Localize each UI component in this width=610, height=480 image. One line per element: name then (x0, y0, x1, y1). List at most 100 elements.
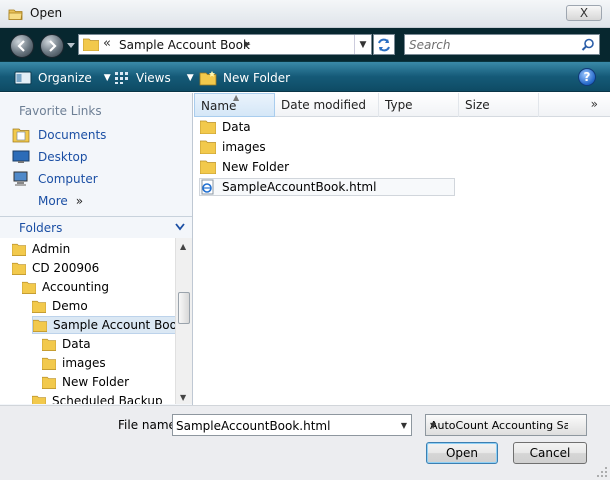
file-item-name: Data (222, 120, 251, 134)
folder-tree-item[interactable]: Demo (32, 297, 88, 315)
views-menu[interactable]: Views ▼ (114, 70, 194, 86)
search-box[interactable] (404, 34, 600, 55)
back-arrow-icon (17, 40, 25, 52)
folder-icon (83, 38, 99, 51)
folder-tree: Admin CD 200906 Accounting Demo Sample Accou… (0, 238, 175, 404)
file-type-select[interactable]: AutoCount Accounting Sampl ▼ (425, 414, 587, 436)
address-bar: « Sample Account Book ▸ ▼ (0, 28, 610, 62)
folder-icon (200, 120, 216, 134)
folder-tree-label: Demo (52, 299, 88, 313)
folder-tree-label: Sample Account Book (53, 318, 175, 332)
forward-arrow-icon (49, 40, 57, 52)
folder-tree-label: Data (62, 337, 91, 351)
scroll-thumb[interactable] (178, 292, 190, 324)
open-button[interactable]: Open (426, 442, 498, 464)
refresh-icon (378, 38, 390, 51)
breadcrumb-separator[interactable]: ▸ (245, 37, 251, 50)
more-columns-button[interactable]: » (591, 97, 598, 111)
folder-tree-label: Scheduled Backup (52, 394, 163, 404)
file-dialog-footer: File name: ▼ AutoCount Accounting Sampl … (0, 405, 610, 480)
favorite-link-documents[interactable]: Documents (12, 126, 106, 144)
folder-tree-label: CD 200906 (32, 261, 100, 275)
breadcrumb-current[interactable]: Sample Account Book (119, 38, 250, 52)
history-dropdown-icon[interactable] (67, 41, 75, 49)
column-header-type[interactable]: Type (379, 93, 459, 117)
file-item-folder[interactable]: images (200, 138, 266, 156)
search-input[interactable] (409, 37, 579, 52)
column-header-row: ▲ Name Date modified Type Size » (194, 93, 610, 117)
file-item-folder[interactable]: Data (200, 118, 251, 136)
file-item-name: New Folder (222, 160, 290, 174)
favorite-link-label: Computer (38, 172, 98, 186)
column-label: Type (385, 98, 413, 112)
folder-tree-item[interactable]: Admin (12, 240, 70, 258)
folder-icon (42, 376, 56, 389)
folder-tree-label: New Folder (62, 375, 130, 389)
file-item-html[interactable]: SampleAccountBook.html (199, 178, 456, 196)
folder-tree-item[interactable]: Accounting (22, 278, 109, 296)
address-path-box[interactable]: « Sample Account Book ▸ ▼ (78, 34, 372, 55)
back-button[interactable] (10, 34, 34, 58)
open-folder-icon (8, 9, 23, 20)
search-icon[interactable] (581, 38, 595, 52)
double-chevron-icon: » (75, 194, 84, 208)
column-header-size[interactable]: Size (459, 93, 539, 117)
folder-tree-item[interactable]: Data (42, 335, 91, 353)
file-item-folder[interactable]: New Folder (200, 158, 289, 176)
resize-grip-icon[interactable] (596, 466, 608, 478)
file-name-combobox[interactable]: ▼ (172, 414, 412, 436)
folder-tree-scrollbar[interactable]: ▲ ▼ (175, 238, 192, 404)
scroll-up-icon[interactable]: ▲ (180, 242, 186, 251)
file-item-name: SampleAccountBook.html (222, 180, 377, 194)
chevron-down-icon[interactable]: ▼ (401, 421, 407, 430)
close-button[interactable]: X (566, 5, 602, 21)
address-dropdown-button[interactable]: ▼ (354, 35, 371, 54)
help-button[interactable]: ? (578, 68, 596, 86)
folder-icon (32, 395, 46, 404)
folder-icon (12, 262, 26, 275)
new-folder-label: New Folder (223, 71, 291, 85)
column-header-name[interactable]: ▲ Name (194, 93, 275, 117)
column-header-date-modified[interactable]: Date modified (275, 93, 379, 117)
favorite-link-label: Desktop (38, 150, 88, 164)
forward-button[interactable] (40, 34, 64, 58)
new-folder-button[interactable]: New Folder (199, 70, 290, 86)
favorite-link-label: Documents (38, 128, 107, 142)
favorite-links-heading: Favorite Links (19, 104, 102, 118)
organize-icon (14, 71, 32, 85)
folder-icon (200, 160, 216, 174)
folder-tree-item[interactable]: Scheduled Backup (32, 392, 163, 404)
chevron-down-icon: ▼ (103, 73, 111, 83)
folder-tree-label: Admin (32, 242, 71, 256)
folder-icon (42, 357, 56, 370)
organize-label: Organize (38, 71, 92, 85)
folder-tree-item[interactable]: images (42, 354, 106, 372)
title-bar: Open X (0, 0, 610, 28)
folder-tree-label: Accounting (42, 280, 110, 294)
scroll-down-icon[interactable]: ▼ (180, 393, 186, 402)
folder-tree-item[interactable]: CD 200906 (12, 259, 99, 277)
navigation-pane: Favorite Links Documents Desktop Compute… (0, 93, 193, 405)
command-bar: Organize ▼ Views ▼ New Folder ? (0, 62, 610, 92)
favorite-link-label: More (38, 194, 68, 208)
organize-menu[interactable]: Organize ▼ (14, 70, 111, 86)
column-label: Name (201, 99, 237, 113)
breadcrumb-overflow[interactable]: « (103, 36, 111, 51)
favorite-link-computer[interactable]: Computer (12, 170, 98, 188)
folder-icon (33, 319, 47, 332)
chevron-down-icon: ▼ (430, 421, 437, 430)
chevron-down-icon (175, 223, 185, 231)
refresh-button[interactable] (373, 34, 395, 55)
folder-tree-item[interactable]: Sample Account Book (32, 316, 175, 334)
file-name-input[interactable] (176, 418, 386, 433)
favorite-link-desktop[interactable]: Desktop (12, 148, 88, 166)
views-icon (115, 72, 128, 84)
folders-header[interactable]: Folders (0, 216, 192, 238)
sort-ascending-icon: ▲ (233, 93, 240, 102)
folders-heading: Folders (19, 221, 63, 235)
folder-tree-item[interactable]: New Folder (42, 373, 129, 391)
favorite-link-more[interactable]: More » (38, 192, 83, 210)
folder-icon (42, 338, 56, 351)
window-title: Open (30, 6, 63, 20)
cancel-button[interactable]: Cancel (513, 442, 587, 464)
